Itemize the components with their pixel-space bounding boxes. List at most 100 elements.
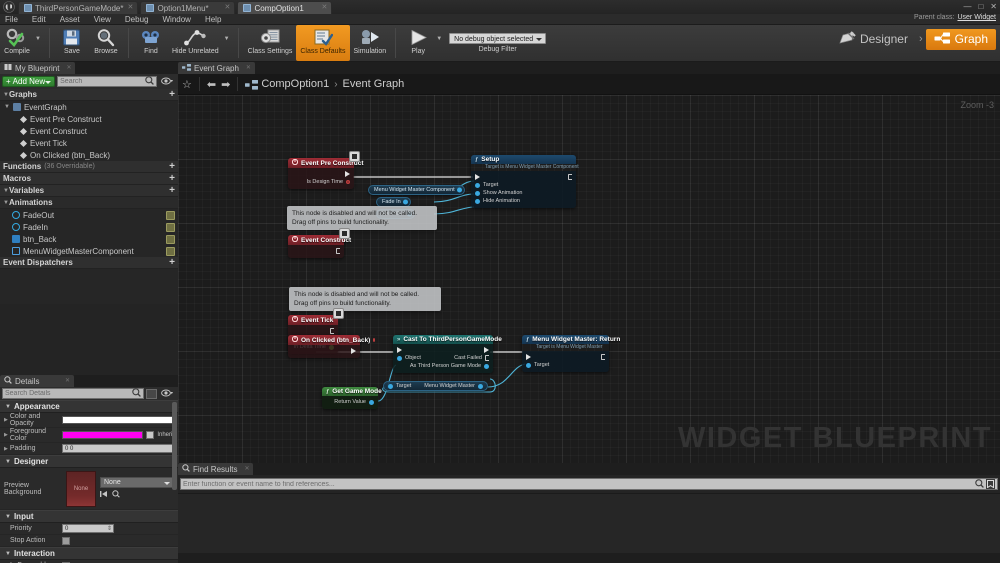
tab-details[interactable]: Details ✕ xyxy=(0,375,74,387)
compile-button[interactable]: Compile xyxy=(0,25,34,61)
pin-return-value[interactable]: Return Value xyxy=(334,399,374,405)
color-swatch-foreground-color[interactable] xyxy=(62,431,144,439)
tab-event-graph[interactable]: Event Graph ✕ xyxy=(178,62,255,74)
class-settings-button[interactable]: Class Settings xyxy=(244,25,297,61)
use-selected-asset-icon[interactable] xyxy=(100,490,108,500)
node-event-construct[interactable]: Event Construct xyxy=(288,228,351,258)
pin-exec-out[interactable] xyxy=(330,328,334,334)
menu-window[interactable]: Window xyxy=(155,14,197,25)
back-arrow-icon[interactable]: ⬅ xyxy=(207,78,216,91)
add-new-button[interactable]: + Add New xyxy=(2,76,56,87)
play-button[interactable]: Play xyxy=(401,25,435,61)
preview-background-swatch[interactable]: None xyxy=(66,470,96,507)
pin-show-animation[interactable]: Show Animation xyxy=(475,190,522,196)
close-icon[interactable]: ✕ xyxy=(244,465,249,472)
pin-exec-in[interactable] xyxy=(475,174,480,180)
details-search-input[interactable] xyxy=(5,390,132,397)
priority-field[interactable]: 0 ⇕ xyxy=(62,524,114,533)
node-cast-to-thirdpersongamemode[interactable]: » Cast To ThirdPersonGameMode Object Cas… xyxy=(393,335,502,373)
add-function-icon[interactable]: + xyxy=(169,161,175,172)
close-icon[interactable]: ✕ xyxy=(66,64,71,71)
details-scrollbar[interactable] xyxy=(172,402,177,490)
pin-target[interactable]: Target xyxy=(475,182,498,188)
menu-view[interactable]: View xyxy=(87,14,118,25)
search-input[interactable] xyxy=(60,78,145,85)
bookmark-star-icon[interactable]: ☆ xyxy=(182,78,192,91)
close-icon[interactable]: ✕ xyxy=(65,377,70,384)
menu-file[interactable]: File xyxy=(0,14,25,25)
pin-exec-out[interactable] xyxy=(484,347,489,353)
variable-visibility-button[interactable] xyxy=(166,246,175,256)
section-variables[interactable]: ▼ Variables + xyxy=(0,185,178,197)
chevron-right-icon[interactable]: ▶ xyxy=(4,446,8,452)
window-tab-1[interactable]: Option1Menu* ✕ xyxy=(140,1,236,14)
my-blueprint-search[interactable] xyxy=(57,76,157,87)
menu-help[interactable]: Help xyxy=(198,14,228,25)
close-icon[interactable]: ✕ xyxy=(127,4,133,11)
hide-unrelated-caret-icon[interactable]: ▼ xyxy=(223,36,233,50)
search-icon[interactable] xyxy=(975,478,984,490)
tree-item-event-tick[interactable]: Event Tick xyxy=(0,137,178,149)
node-disabled-toggle[interactable] xyxy=(333,308,344,319)
details-category-input[interactable]: ▼ Input xyxy=(0,510,178,523)
section-animations[interactable]: ▼ Animations xyxy=(0,197,178,209)
tree-item-btn-back[interactable]: btn_Back xyxy=(0,233,178,245)
blueprint-canvas[interactable]: Zoom -3 WIDGET BLUEPRINT Event Pre Const… xyxy=(178,95,1000,463)
add-variable-icon[interactable]: + xyxy=(169,185,175,196)
node-event-pre-construct[interactable]: Event Pre Construct Is Design Time xyxy=(288,151,364,189)
section-functions[interactable]: Functions (36 Overridable) + xyxy=(0,161,178,173)
simulation-button[interactable]: Simulation xyxy=(350,25,391,61)
preview-background-select[interactable]: None xyxy=(100,477,174,488)
maximize-icon[interactable]: □ xyxy=(978,3,983,11)
pin-exec-out[interactable] xyxy=(568,174,572,180)
inherit-checkbox[interactable] xyxy=(146,431,155,439)
class-defaults-button[interactable]: Class Defaults xyxy=(296,25,350,61)
hide-unrelated-button[interactable]: Hide Unrelated xyxy=(168,25,223,61)
menu-debug[interactable]: Debug xyxy=(118,14,156,25)
close-icon[interactable]: ✕ xyxy=(224,4,230,11)
pin-cast-failed[interactable]: Cast Failed xyxy=(454,355,489,361)
save-button[interactable]: Save xyxy=(55,25,89,61)
tree-item-eventgraph[interactable]: ▼ EventGraph xyxy=(0,101,178,113)
add-macro-icon[interactable]: + xyxy=(169,173,175,184)
minimize-icon[interactable]: — xyxy=(963,3,971,11)
graph-mode-button[interactable]: Graph xyxy=(925,28,996,50)
compile-dropdown-caret-icon[interactable]: ▼ xyxy=(34,36,44,50)
details-category-interaction[interactable]: ▼ Interaction xyxy=(0,547,178,560)
pin-target[interactable]: Target xyxy=(388,383,411,389)
tab-my-blueprint[interactable]: My Blueprint ✕ xyxy=(0,62,76,74)
details-view-options-eye-icon[interactable] xyxy=(159,389,176,399)
view-options-eye-icon[interactable] xyxy=(159,77,176,87)
details-category-designer[interactable]: ▼ Designer xyxy=(0,455,178,468)
object-pin-icon[interactable] xyxy=(402,199,408,205)
find-results-search[interactable] xyxy=(180,478,998,490)
pin-menu-widget-master[interactable]: Menu Widget Master xyxy=(424,383,483,389)
section-macros[interactable]: Macros + xyxy=(0,173,178,185)
close-icon[interactable]: ✕ xyxy=(246,64,251,71)
add-graph-icon[interactable]: + xyxy=(169,89,175,100)
forward-arrow-icon[interactable]: ➡ xyxy=(221,78,230,91)
color-swatch-color-and-opacity[interactable] xyxy=(62,416,174,424)
pin-hide-animation[interactable]: Hide Animation xyxy=(475,198,520,204)
close-icon[interactable]: ✕ xyxy=(321,4,327,11)
chevron-right-icon[interactable]: ▶ xyxy=(4,417,8,423)
node-disabled-toggle[interactable] xyxy=(349,151,360,162)
object-pin-icon[interactable] xyxy=(456,187,462,193)
tree-item-fadein[interactable]: FadeIn xyxy=(0,221,178,233)
pin-exec-out[interactable] xyxy=(345,171,350,177)
section-graphs[interactable]: ▼ Graphs + xyxy=(0,89,178,101)
chevron-right-icon[interactable]: ▶ xyxy=(4,432,8,438)
menu-edit[interactable]: Edit xyxy=(25,14,53,25)
breadcrumb-item-0[interactable]: CompOption1 xyxy=(261,78,329,90)
designer-mode-button[interactable]: Designer xyxy=(831,28,916,50)
animation-visibility-button[interactable] xyxy=(166,210,175,220)
window-tab-0[interactable]: ThirdPersonGameMode* ✕ xyxy=(18,1,139,14)
node-setup[interactable]: ƒ Setup Target is Menu Widget Master Com… xyxy=(471,155,579,208)
breadcrumb-item-1[interactable]: Event Graph xyxy=(343,78,405,90)
animation-visibility-button[interactable] xyxy=(166,222,175,232)
play-dropdown-caret-icon[interactable]: ▼ xyxy=(435,36,445,50)
add-dispatcher-icon[interactable]: + xyxy=(169,257,175,268)
window-tab-2[interactable]: CompOption1 ✕ xyxy=(237,1,333,14)
node-on-clicked-btn-back[interactable]: On Clicked (btn_Back) xyxy=(288,335,376,358)
tree-item-fadeout[interactable]: FadeOut xyxy=(0,209,178,221)
